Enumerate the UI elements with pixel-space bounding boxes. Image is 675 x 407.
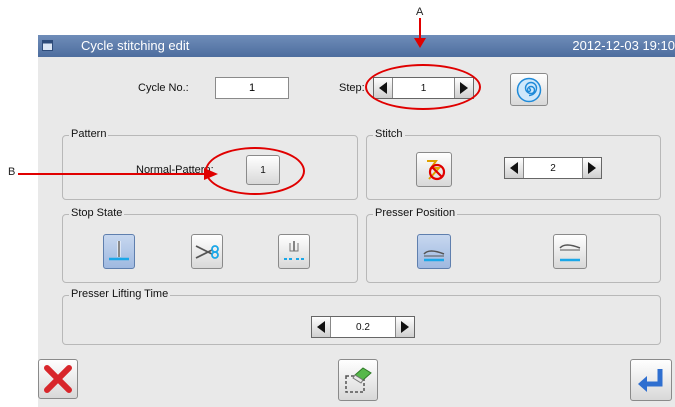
presser-position-group: Presser Position (366, 207, 661, 283)
window-icon (42, 40, 53, 51)
cancel-button[interactable] (38, 359, 78, 399)
presser-down-icon (423, 249, 445, 261)
window-title: Cycle stitching edit (81, 38, 190, 53)
right-arrow-icon (588, 162, 596, 174)
needle-stop-icon (109, 240, 129, 260)
eraser-icon (345, 367, 372, 393)
annotation-a-label: A (416, 6, 424, 18)
stop-state-needle-up-button[interactable] (278, 234, 310, 269)
presser-lifting-time-increment-button[interactable] (395, 317, 414, 337)
left-arrow-icon (317, 321, 325, 333)
annotation-a-arrow (414, 18, 426, 48)
cycle-no-field[interactable]: 1 (215, 77, 289, 99)
cycle-no-value: 1 (248, 82, 256, 94)
presser-lifting-time-value: 0.2 (356, 321, 370, 333)
presser-lifting-time-legend: Presser Lifting Time (69, 288, 171, 300)
stop-state-legend: Stop State (69, 207, 125, 219)
presser-lifting-time-stepper[interactable]: 0.2 (311, 316, 415, 338)
spiral-cycle-button[interactable] (510, 73, 548, 106)
presser-down-button[interactable] (417, 234, 451, 269)
spiral-icon (516, 77, 542, 102)
presser-lifting-time-decrement-button[interactable] (312, 317, 331, 337)
cycle-no-label: Cycle No.: (138, 82, 189, 94)
annotation-b-label: B (8, 166, 16, 178)
annotation-b-ellipse (205, 147, 305, 195)
step-label: Step: (339, 82, 365, 94)
datetime: 2012-12-03 19:10 (572, 38, 675, 53)
stitch-increment-button[interactable] (582, 158, 601, 178)
close-icon (44, 365, 72, 393)
stop-state-trim-button[interactable] (191, 234, 223, 269)
title-bar: Cycle stitching edit 2012-12-03 19:10 (38, 35, 675, 57)
scissors-icon (195, 244, 219, 259)
needle-up-icon (284, 240, 304, 260)
erase-button[interactable] (338, 359, 378, 401)
annotation-a-ellipse (365, 64, 481, 110)
stitch-legend: Stitch (373, 128, 405, 140)
stitch-stepper[interactable]: 2 (504, 157, 602, 179)
stitch-prohibited-icon (427, 159, 446, 180)
annotation-b-arrow (18, 168, 218, 180)
right-arrow-icon (401, 321, 409, 333)
presser-position-legend: Presser Position (373, 207, 458, 219)
stitch-disable-button[interactable] (416, 152, 452, 187)
cycle-stitching-edit-screen: Cycle stitching edit 2012-12-03 19:10 Cy… (38, 35, 675, 407)
enter-icon (638, 369, 663, 392)
stop-state-needle-down-button[interactable] (103, 234, 135, 269)
presser-up-button[interactable] (553, 234, 587, 269)
stitch-decrement-button[interactable] (505, 158, 524, 178)
enter-button[interactable] (630, 359, 672, 401)
pattern-legend: Pattern (69, 128, 109, 140)
stitch-value: 2 (550, 162, 556, 174)
presser-up-icon (559, 243, 581, 261)
left-arrow-icon (510, 162, 518, 174)
